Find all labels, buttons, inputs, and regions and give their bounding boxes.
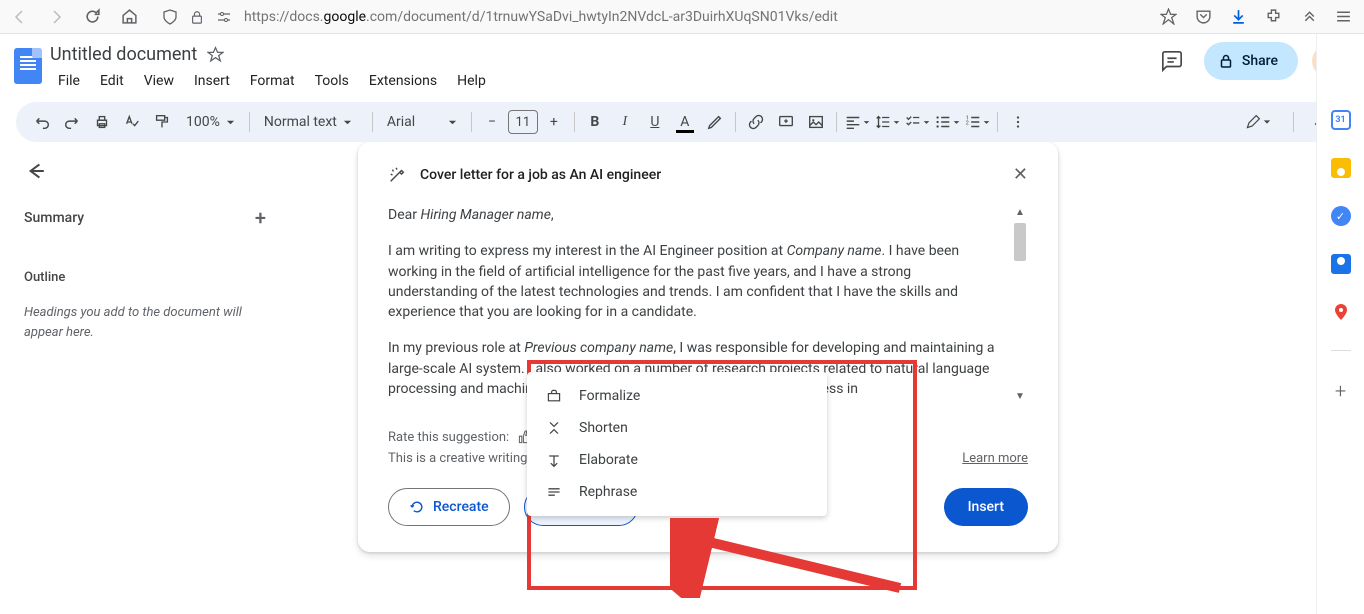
share-button[interactable]: Share xyxy=(1204,42,1298,80)
outline-sidebar: Summary + Outline Headings you add to th… xyxy=(0,142,290,614)
settings-slider-icon xyxy=(216,9,232,25)
editing-mode-button[interactable] xyxy=(1235,107,1281,137)
reload-button[interactable] xyxy=(84,8,101,25)
menu-extensions[interactable]: Extensions xyxy=(361,69,445,93)
decrease-font-button[interactable]: − xyxy=(478,108,506,136)
recreate-button[interactable]: Recreate xyxy=(388,488,510,526)
font-size-input[interactable]: 11 xyxy=(508,110,538,134)
keep-icon[interactable] xyxy=(1331,158,1351,178)
magic-wand-icon xyxy=(388,166,406,184)
outline-label: Outline xyxy=(24,270,266,285)
chevrons-icon[interactable] xyxy=(1300,8,1317,25)
menu-format[interactable]: Format xyxy=(242,69,303,93)
insert-button[interactable]: Insert xyxy=(944,488,1028,526)
menubar: File Edit View Insert Format Tools Exten… xyxy=(50,69,494,93)
rephrase-icon xyxy=(545,484,563,500)
checklist-button[interactable] xyxy=(903,108,931,136)
expand-icon xyxy=(545,452,563,468)
browser-bar: https://docs.google.com/document/d/1trnu… xyxy=(0,0,1364,34)
document-canvas: Cover letter for a job as An AI engineer… xyxy=(290,142,1364,614)
browser-nav xyxy=(12,8,138,25)
numbered-list-button[interactable]: 12 xyxy=(963,108,991,136)
briefcase-icon xyxy=(545,388,563,404)
calendar-icon[interactable] xyxy=(1331,110,1351,130)
maps-icon[interactable] xyxy=(1331,302,1351,322)
close-outline-button[interactable] xyxy=(24,160,266,182)
spellcheck-button[interactable] xyxy=(118,108,146,136)
highlight-button[interactable] xyxy=(701,108,729,136)
side-panel: + xyxy=(1316,34,1364,614)
share-label: Share xyxy=(1242,53,1278,69)
contacts-icon[interactable] xyxy=(1331,254,1351,274)
comments-button[interactable] xyxy=(1154,43,1190,79)
browser-right xyxy=(1160,8,1352,25)
increase-font-button[interactable]: + xyxy=(540,108,568,136)
bullet-list-button[interactable] xyxy=(933,108,961,136)
italic-button[interactable]: I xyxy=(611,108,639,136)
paint-format-button[interactable] xyxy=(148,108,176,136)
add-summary-button[interactable]: + xyxy=(255,206,266,230)
toolbar: 100% Normal text Arial − 11 + B I U A 12 xyxy=(16,102,1348,142)
menu-edit[interactable]: Edit xyxy=(92,69,132,93)
docs-logo-icon[interactable] xyxy=(14,48,42,84)
add-comment-button[interactable] xyxy=(772,108,800,136)
refine-menu: Formalize Shorten Elaborate Rephrase xyxy=(527,372,827,516)
doc-header: Untitled document File Edit View Insert … xyxy=(0,34,1364,98)
insert-image-button[interactable] xyxy=(802,108,830,136)
close-panel-button[interactable]: ✕ xyxy=(1013,164,1028,185)
menu-tools[interactable]: Tools xyxy=(307,69,357,93)
refine-shorten[interactable]: Shorten xyxy=(527,412,827,444)
outline-hint: Headings you add to the document will ap… xyxy=(24,303,266,342)
style-selector[interactable]: Normal text xyxy=(256,114,366,130)
more-tools-button[interactable] xyxy=(1004,108,1032,136)
undo-button[interactable] xyxy=(28,108,56,136)
tasks-icon[interactable] xyxy=(1331,206,1351,226)
insert-link-button[interactable] xyxy=(742,108,770,136)
lock-icon xyxy=(190,10,204,24)
pocket-icon[interactable] xyxy=(1195,8,1212,25)
menu-help[interactable]: Help xyxy=(449,69,494,93)
ai-panel-title: Cover letter for a job as An AI engineer xyxy=(420,167,999,183)
back-button[interactable] xyxy=(12,9,28,25)
add-addon-button[interactable]: + xyxy=(1335,379,1346,403)
learn-more-link[interactable]: Learn more xyxy=(962,451,1028,466)
menu-view[interactable]: View xyxy=(136,69,182,93)
zoom-selector[interactable]: 100% xyxy=(178,114,243,130)
hamburger-menu-icon[interactable] xyxy=(1335,8,1352,25)
rate-label: Rate this suggestion: xyxy=(388,430,509,445)
refine-elaborate[interactable]: Elaborate xyxy=(527,444,827,476)
align-button[interactable] xyxy=(843,108,871,136)
extensions-icon[interactable] xyxy=(1265,8,1282,25)
lock-icon xyxy=(1218,53,1234,69)
content-scrollbar[interactable]: ▲ ▼ xyxy=(1012,205,1028,405)
summary-label: Summary xyxy=(24,210,84,226)
refine-rephrase[interactable]: Rephrase xyxy=(527,476,827,508)
bold-button[interactable]: B xyxy=(581,108,609,136)
collapse-icon xyxy=(545,420,563,436)
star-icon[interactable] xyxy=(207,46,224,63)
url-text: https://docs.google.com/document/d/1trnu… xyxy=(244,9,1136,25)
font-selector[interactable]: Arial xyxy=(379,114,465,130)
forward-button[interactable] xyxy=(48,9,64,25)
doc-title[interactable]: Untitled document xyxy=(50,44,197,65)
menu-insert[interactable]: Insert xyxy=(186,69,238,93)
menu-file[interactable]: File xyxy=(50,69,88,93)
underline-button[interactable]: U xyxy=(641,108,669,136)
svg-text:2: 2 xyxy=(966,121,969,127)
bookmark-star-icon[interactable] xyxy=(1160,8,1177,25)
print-button[interactable] xyxy=(88,108,116,136)
refine-formalize[interactable]: Formalize xyxy=(527,380,827,412)
home-button[interactable] xyxy=(121,8,138,25)
redo-button[interactable] xyxy=(58,108,86,136)
text-color-button[interactable]: A xyxy=(671,108,699,136)
shield-icon xyxy=(162,9,178,25)
download-icon[interactable] xyxy=(1230,8,1247,25)
url-bar[interactable]: https://docs.google.com/document/d/1trnu… xyxy=(154,9,1144,25)
line-spacing-button[interactable] xyxy=(873,108,901,136)
